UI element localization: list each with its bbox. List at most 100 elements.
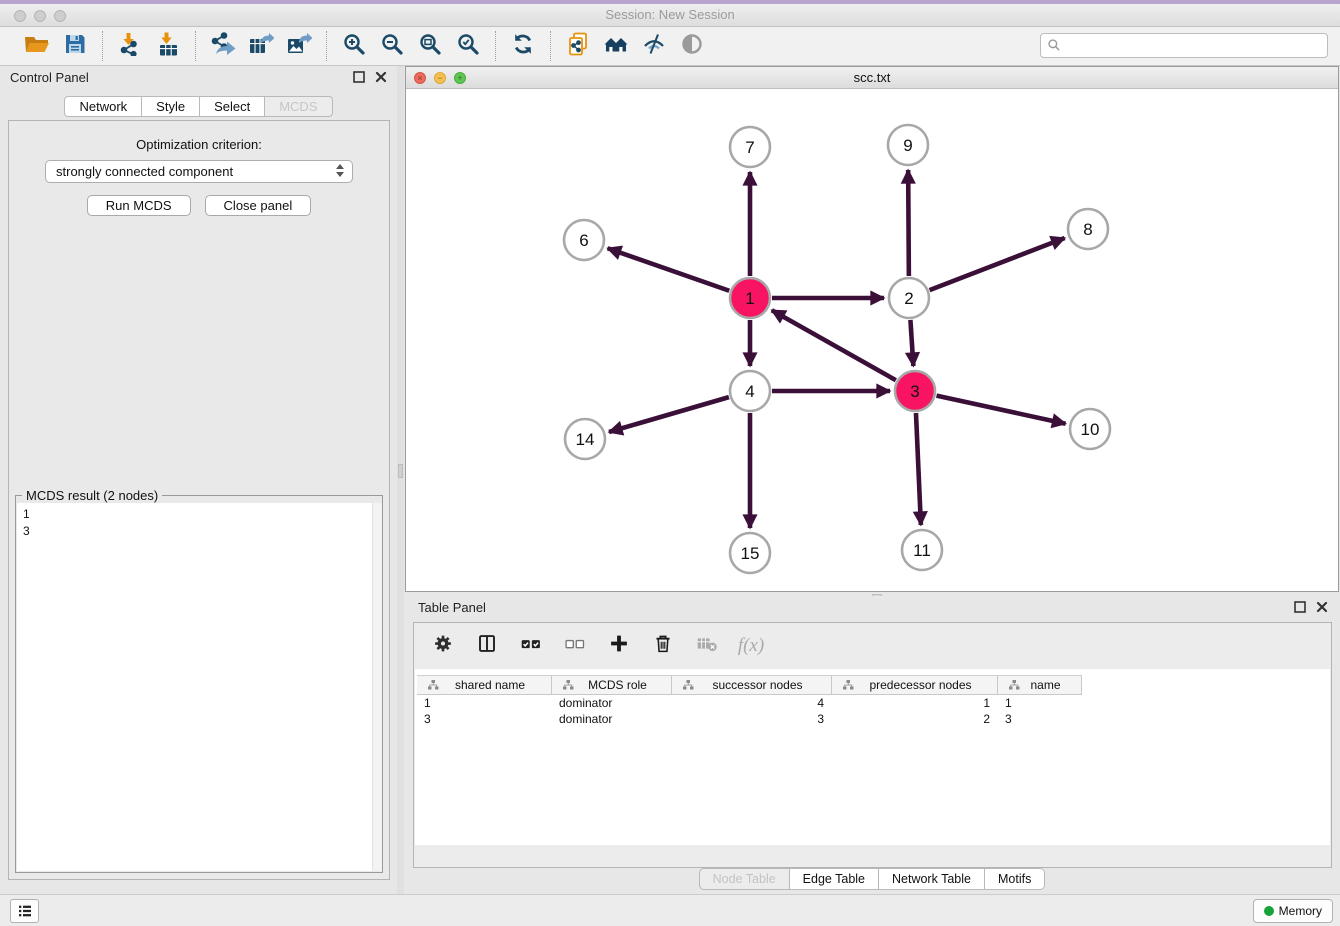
export-network-button[interactable]: [208, 32, 238, 60]
close-table-panel-icon[interactable]: [1316, 601, 1328, 613]
export-table-button[interactable]: [246, 32, 276, 60]
edge-3-10[interactable]: [936, 396, 1065, 424]
control-panel-tabs: NetworkStyleSelectMCDS: [0, 96, 397, 117]
graph-node-9[interactable]: 9: [888, 125, 928, 165]
graph-node-2[interactable]: 2: [889, 278, 929, 318]
graph-node-11[interactable]: 11: [902, 530, 942, 570]
toolbar-group: [496, 32, 550, 60]
add-column-button[interactable]: [606, 633, 632, 659]
column-header-shared-name[interactable]: shared name: [417, 676, 552, 694]
column-header-MCDS-role[interactable]: MCDS role: [552, 676, 672, 694]
zoom-out-icon: [379, 32, 405, 61]
graph-node-3[interactable]: 3: [895, 371, 935, 411]
column-label: name: [1020, 678, 1081, 692]
table-cell[interactable]: 1: [998, 695, 1082, 711]
split-columns-button[interactable]: [474, 633, 500, 659]
open-session-icon: [24, 32, 50, 61]
memory-button[interactable]: Memory: [1253, 899, 1333, 923]
search-icon: [1047, 38, 1061, 52]
table-cell[interactable]: 3: [672, 711, 832, 727]
import-network-button[interactable]: [115, 32, 145, 60]
graph-node-6[interactable]: 6: [564, 220, 604, 260]
delete-column-button[interactable]: [650, 633, 676, 659]
search-input[interactable]: [1040, 33, 1328, 58]
graph-node-4[interactable]: 4: [730, 371, 770, 411]
table-cell[interactable]: dominator: [552, 711, 672, 727]
node-label: 6: [579, 231, 588, 250]
edge-2-3[interactable]: [910, 320, 913, 366]
memory-status-icon: [1264, 906, 1274, 916]
show-hide-panel-icon: [679, 32, 705, 61]
toolbar-group: [196, 32, 326, 60]
select-all-button[interactable]: [518, 633, 544, 659]
edge-4-14[interactable]: [609, 397, 729, 432]
edge-3-1[interactable]: [772, 310, 896, 380]
tab-edge-table[interactable]: Edge Table: [790, 868, 879, 890]
column-header-name[interactable]: name: [998, 676, 1082, 694]
save-session-button[interactable]: [60, 32, 90, 60]
sort-tree-icon: [677, 679, 694, 691]
graphics-details-button[interactable]: [639, 32, 669, 60]
close-panel-button[interactable]: Close panel: [205, 195, 312, 216]
mcds-result-text[interactable]: 13: [17, 503, 381, 871]
tab-select[interactable]: Select: [200, 96, 265, 117]
table-cell[interactable]: 2: [832, 711, 998, 727]
zoom-out-button[interactable]: [377, 32, 407, 60]
gear-button[interactable]: [430, 633, 456, 659]
clone-network-button[interactable]: [563, 32, 593, 60]
graph-node-7[interactable]: 7: [730, 127, 770, 167]
graph-node-10[interactable]: 10: [1070, 409, 1110, 449]
tab-network-table[interactable]: Network Table: [879, 868, 985, 890]
edge-2-9[interactable]: [908, 170, 909, 276]
table-cell[interactable]: 1: [417, 695, 552, 711]
close-panel-icon[interactable]: [375, 71, 387, 83]
zoom-in-button[interactable]: [339, 32, 369, 60]
graph-node-8[interactable]: 8: [1068, 209, 1108, 249]
delete-table-button: [694, 633, 720, 659]
refresh-button[interactable]: [508, 32, 538, 60]
tab-motifs[interactable]: Motifs: [985, 868, 1045, 890]
vertical-splitter[interactable]: [397, 66, 404, 894]
import-table-button[interactable]: [153, 32, 183, 60]
graph-node-14[interactable]: 14: [565, 419, 605, 459]
open-session-button[interactable]: [22, 32, 52, 60]
table-cell[interactable]: 3: [417, 711, 552, 727]
splitter-grip[interactable]: [398, 464, 403, 478]
tab-mcds[interactable]: MCDS: [265, 96, 332, 117]
table-row[interactable]: 3dominator323: [417, 711, 1082, 727]
zoom-selected-button[interactable]: [453, 32, 483, 60]
network-overview-button[interactable]: [601, 32, 631, 60]
table-cell[interactable]: 1: [832, 695, 998, 711]
node-label: 15: [741, 544, 760, 563]
show-hide-panel-button[interactable]: [677, 32, 707, 60]
run-mcds-button[interactable]: Run MCDS: [87, 195, 191, 216]
float-table-panel-icon[interactable]: [1294, 601, 1306, 613]
table-cell[interactable]: 4: [672, 695, 832, 711]
network-canvas[interactable]: 7 9 6 8 1 2 4 3 10 14 15 11: [406, 89, 1338, 591]
table-cell[interactable]: dominator: [552, 695, 672, 711]
criterion-select[interactable]: strongly connected component: [45, 160, 353, 183]
application-window: Session: New Session Control Panel Netwo…: [0, 0, 1340, 926]
node-label: 10: [1081, 420, 1100, 439]
graph-node-15[interactable]: 15: [730, 533, 770, 573]
task-history-button[interactable]: [10, 899, 39, 923]
deselect-all-button[interactable]: [562, 633, 588, 659]
tab-node-table[interactable]: Node Table: [699, 868, 790, 890]
table-row[interactable]: 1dominator411: [417, 695, 1082, 711]
table-cell[interactable]: 3: [998, 711, 1082, 727]
edge-3-11[interactable]: [916, 413, 921, 525]
zoom-fit-button[interactable]: [415, 32, 445, 60]
export-image-button[interactable]: [284, 32, 314, 60]
tab-style[interactable]: Style: [142, 96, 200, 117]
float-panel-icon[interactable]: [353, 71, 365, 83]
tab-network[interactable]: Network: [64, 96, 142, 117]
control-panel-header: Control Panel: [10, 70, 387, 88]
column-header-successor-nodes[interactable]: successor nodes: [672, 676, 832, 694]
edge-1-6[interactable]: [608, 248, 730, 290]
result-scrollbar[interactable]: [372, 503, 382, 871]
optimization-criterion-label: Optimization criterion:: [9, 137, 389, 152]
node-label: 2: [904, 289, 913, 308]
edge-2-8[interactable]: [930, 238, 1065, 290]
graph-node-1[interactable]: 1: [730, 278, 770, 318]
column-header-predecessor-nodes[interactable]: predecessor nodes: [832, 676, 998, 694]
